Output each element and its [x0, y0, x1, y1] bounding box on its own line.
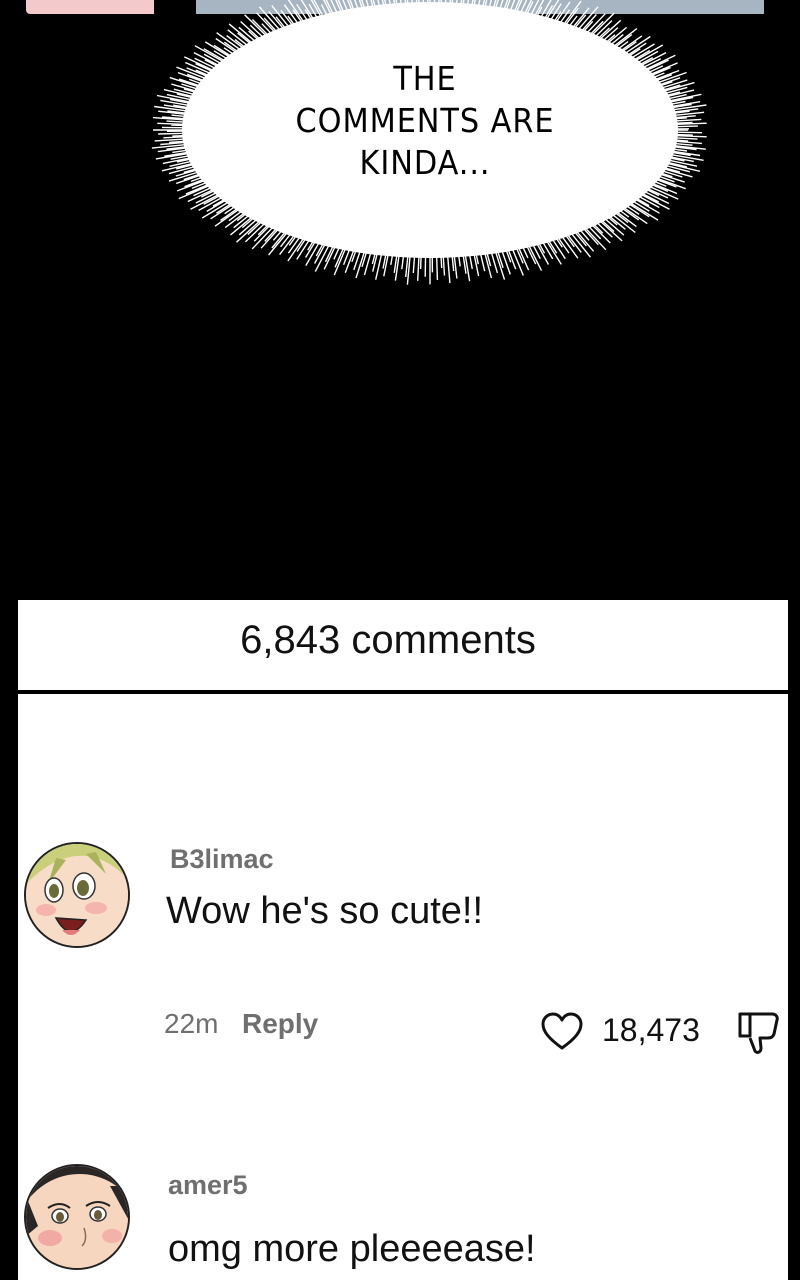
comment-timestamp: 22m	[164, 1008, 219, 1039]
comment-text: Wow he's so cute!!	[166, 890, 484, 932]
comments-count: 6,843 comments	[240, 618, 536, 662]
user-avatar[interactable]	[24, 1164, 130, 1270]
heart-outline-icon[interactable]	[540, 1012, 584, 1052]
user-avatar[interactable]	[24, 842, 130, 948]
comment-username[interactable]: B3limac	[170, 844, 274, 875]
comment-item: B3limac Wow he's so cute!! 22m Reply 18,…	[18, 840, 788, 1054]
speech-bubble-text: THE COMMENTS ARE KINDA...	[295, 59, 555, 182]
avatar-face-blonde-icon	[26, 844, 128, 946]
thumbs-down-outline-icon[interactable]	[736, 1010, 782, 1056]
avatar-face-dark-hair-icon	[26, 1166, 128, 1268]
comment-username[interactable]: amer5	[168, 1170, 248, 1201]
like-count: 18,473	[602, 1012, 700, 1048]
comment-text: omg more pleeeease!	[168, 1228, 536, 1270]
comments-panel: 6,843 comments B3limac Wow he's so cute!…	[18, 600, 788, 1280]
reply-button[interactable]: Reply	[242, 1008, 318, 1040]
comment-item: amer5 omg more pleeeease!	[18, 1164, 788, 1280]
comments-count-header: 6,843 comments	[18, 600, 788, 694]
